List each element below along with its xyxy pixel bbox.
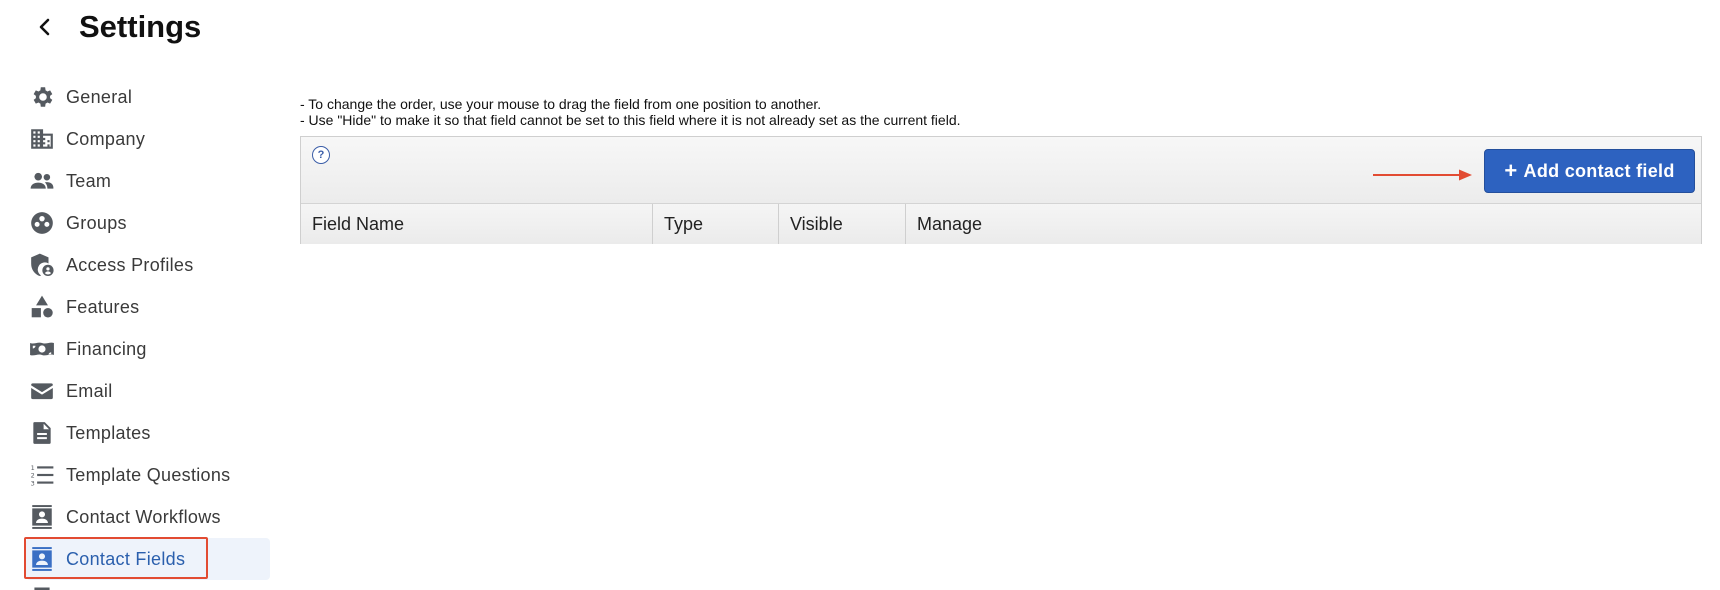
groups-icon <box>28 209 56 237</box>
column-header-visible[interactable]: Visible <box>779 204 906 244</box>
sidebar-item-general[interactable]: General <box>0 76 272 118</box>
sidebar-item-label: Features <box>66 296 140 317</box>
contact-fields-panel: ? + Add contact field Field Name Type Vi… <box>300 136 1702 244</box>
sidebar-item-features[interactable]: Features <box>0 286 272 328</box>
table-header: Field Name Type Visible Manage <box>301 204 1701 244</box>
panel-toolbar: ? + Add contact field <box>301 137 1701 204</box>
sidebar-item-label: Team <box>66 170 112 191</box>
sidebar-item-team[interactable]: Team <box>0 160 272 202</box>
plus-icon: + <box>1504 158 1518 183</box>
sidebar-item-label: Template Questions <box>66 464 231 485</box>
numbered-list-icon: 123 <box>28 461 56 489</box>
sidebar-item-email[interactable]: Email <box>0 370 272 412</box>
gear-icon <box>28 83 56 111</box>
money-icon <box>28 335 56 363</box>
sidebar-item-label: Financing <box>66 338 147 359</box>
sidebar-item-access-profiles[interactable]: Access Profiles <box>0 244 272 286</box>
help-icon[interactable]: ? <box>312 146 330 164</box>
instructions-text: - To change the order, use your mouse to… <box>300 96 961 128</box>
sidebar-item-label: Contact Workflows <box>66 506 221 527</box>
sidebar-item-label: Email <box>66 380 113 401</box>
sidebar-item-templates[interactable]: Templates <box>0 412 272 454</box>
contact-book-icon <box>28 503 56 531</box>
sidebar-item-financing[interactable]: Financing <box>0 328 272 370</box>
envelope-icon <box>28 377 56 405</box>
instruction-line: - To change the order, use your mouse to… <box>300 96 822 112</box>
sidebar-item-company[interactable]: Company <box>0 118 272 160</box>
add-contact-field-button[interactable]: + Add contact field <box>1484 149 1695 193</box>
column-header-field-name[interactable]: Field Name <box>301 204 653 244</box>
contact-book-icon <box>28 545 56 573</box>
sidebar-item-template-questions[interactable]: 123 Template Questions <box>0 454 272 496</box>
column-header-type[interactable]: Type <box>653 204 779 244</box>
arrow-annotation-icon <box>1373 169 1472 181</box>
sidebar-item-label: Access Profiles <box>66 254 194 275</box>
sidebar-item-contact-fields[interactable]: Contact Fields <box>24 537 270 580</box>
shield-user-icon <box>28 251 56 279</box>
sidebar-item-label: Contact Fields <box>66 548 186 569</box>
chevron-left-icon <box>39 18 50 36</box>
settings-sidebar: General Company Team Groups Access Profi… <box>0 76 272 590</box>
sidebar-item-contact-workflows[interactable]: Contact Workflows <box>0 496 272 538</box>
add-button-label: Add contact field <box>1523 160 1675 181</box>
column-header-manage[interactable]: Manage <box>906 204 1701 244</box>
sidebar-item-partial[interactable] <box>0 580 272 590</box>
sidebar-item-label: Groups <box>66 212 127 233</box>
document-icon <box>28 580 56 590</box>
people-icon <box>28 167 56 195</box>
shapes-icon <box>28 293 56 321</box>
page-title: Settings <box>79 9 202 44</box>
building-icon <box>28 125 56 153</box>
sidebar-item-label: Templates <box>66 422 151 443</box>
sidebar-item-label: Company <box>66 128 146 149</box>
sidebar-item-groups[interactable]: Groups <box>0 202 272 244</box>
svg-text:3: 3 <box>31 479 35 487</box>
instruction-line: - Use "Hide" to make it so that field ca… <box>300 112 961 128</box>
sidebar-item-label: General <box>66 86 133 107</box>
document-icon <box>28 419 56 447</box>
back-button[interactable] <box>30 10 60 44</box>
